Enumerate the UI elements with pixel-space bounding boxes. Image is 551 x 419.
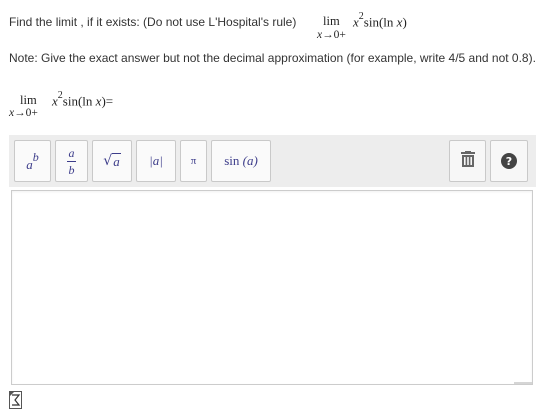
answer-editor[interactable] xyxy=(11,190,533,385)
question-limit: lim x→0+ x2sin(ln x) xyxy=(317,9,457,49)
sqrt-button[interactable]: √ a xyxy=(92,140,132,182)
trash-icon xyxy=(460,150,475,172)
question-prompt: Find the limit , if it exists: (Do not u… xyxy=(9,15,297,29)
equation-editor-icon[interactable] xyxy=(9,391,22,409)
sin-argument: (a) xyxy=(242,153,258,168)
help-icon: ? xyxy=(501,153,517,169)
absolute-value-label: |a| xyxy=(149,153,163,168)
sin-label: sin xyxy=(224,153,240,168)
pi-button[interactable]: π xyxy=(180,140,207,182)
answer-expr-close: )= xyxy=(101,93,114,109)
answer-limit-arrow: →0+ xyxy=(14,107,38,119)
help-button[interactable]: ? xyxy=(490,140,528,182)
fraction-button[interactable]: a b xyxy=(55,140,88,182)
answer-limit-word: lim xyxy=(20,93,37,107)
expr-power: 2 xyxy=(358,11,364,22)
sqrt-symbol: √ xyxy=(103,153,113,169)
fraction-bar xyxy=(67,160,76,162)
answer-expr-base: x xyxy=(52,93,58,109)
resize-handle[interactable] xyxy=(514,382,532,384)
exponent-button[interactable]: ab xyxy=(14,140,51,182)
pi-symbol: π xyxy=(190,155,197,167)
expr-function: sin(ln xyxy=(363,14,394,30)
absolute-value-button[interactable]: |a| xyxy=(136,140,176,182)
limit-subscript: x→0+ xyxy=(317,29,346,41)
sin-button[interactable]: sin (a) xyxy=(211,140,271,182)
fraction-numerator: a xyxy=(68,145,75,160)
limit-arrow: →0+ xyxy=(322,29,346,41)
exponent-base: a xyxy=(26,157,33,172)
exponent-sup: b xyxy=(32,150,39,164)
answer-expr-function: sin(ln xyxy=(62,93,93,109)
limit-expression: x2sin(ln x) xyxy=(353,11,407,30)
sqrt-argument: a xyxy=(112,152,121,169)
answer-limit: lim x→0+ x2sin(ln x)= xyxy=(9,88,149,128)
expr-base: x xyxy=(353,14,359,30)
answer-limit-expression: x2sin(ln x)= xyxy=(52,90,114,109)
equation-toolbar: ab a b √ a |a| π sin (a) ? xyxy=(9,135,536,187)
expr-close: ) xyxy=(402,14,407,30)
limit-word: lim xyxy=(323,14,340,28)
answer-expr-power: 2 xyxy=(57,90,63,101)
note-text: Note: Give the exact answer but not the … xyxy=(9,51,536,65)
clear-button[interactable] xyxy=(449,140,486,182)
fraction-denominator: b xyxy=(68,162,75,177)
answer-limit-subscript: x→0+ xyxy=(9,107,38,119)
